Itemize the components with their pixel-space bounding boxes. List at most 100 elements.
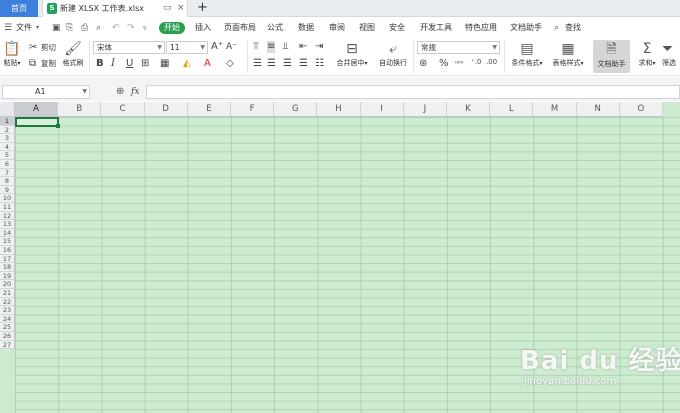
save-icon[interactable]: ▣ (52, 18, 61, 38)
format-painter-button[interactable]: 🖌 格式刷 (60, 40, 86, 68)
row-header[interactable]: 12 (0, 211, 15, 221)
file-menu[interactable]: 文件 (16, 18, 32, 38)
print-icon[interactable]: ⎙ (81, 18, 88, 38)
print-preview-icon[interactable]: ⌕ (96, 18, 101, 38)
column-header[interactable]: G (274, 102, 318, 117)
export-icon[interactable]: ⎘ (66, 18, 73, 38)
tab-view[interactable]: 视图 (359, 18, 375, 38)
chevron-down-icon[interactable]: ▾ (36, 18, 39, 38)
row-header[interactable]: 21 (0, 289, 15, 298)
copy-button[interactable]: 复制 (41, 58, 56, 70)
paste-button[interactable]: 📋 粘贴▾ (2, 40, 22, 68)
row-header[interactable]: 9 (0, 185, 15, 195)
font-size-select[interactable]: 11 ▼ (166, 41, 208, 54)
align-top-icon[interactable]: ⫪ (253, 41, 259, 53)
row-header[interactable]: 3 (0, 134, 15, 143)
italic-icon[interactable]: I (111, 58, 115, 70)
table-style-button[interactable]: ▦ 表格样式▾ (549, 40, 587, 68)
column-header[interactable]: M (533, 102, 577, 117)
search-button[interactable]: 查找 (565, 18, 581, 38)
indent-decrease-icon[interactable]: ⇤ (299, 41, 307, 53)
tab-file[interactable]: S 新建 XLSX 工作表.xlsx ▭ × (42, 0, 188, 17)
active-cell[interactable] (15, 117, 60, 128)
column-header[interactable]: C (101, 102, 145, 117)
indent-increase-icon[interactable]: ⇥ (315, 41, 323, 53)
name-box[interactable]: A1 ▼ (2, 85, 90, 99)
align-bottom-icon[interactable]: ⫫ (283, 41, 289, 53)
row-header[interactable]: 15 (0, 237, 15, 246)
doc-helper-button[interactable]: 🗎 文档助手 (593, 40, 630, 73)
bold-icon[interactable]: B (96, 58, 104, 70)
row-header[interactable]: 18 (0, 263, 15, 272)
row-header[interactable]: 2 (0, 125, 15, 135)
distribute-icon[interactable]: ☷ (315, 58, 324, 70)
new-tab-button[interactable]: + (197, 0, 208, 16)
row-header[interactable]: 8 (0, 177, 15, 186)
row-header[interactable]: 13 (0, 220, 15, 229)
font-shrink-icon[interactable]: A⁻ (226, 41, 237, 53)
number-format-select[interactable]: 常规 ▼ (417, 41, 500, 54)
conditional-format-button[interactable]: ▤ 条件格式▾ (508, 40, 546, 68)
column-header[interactable]: E (187, 102, 231, 117)
font-grow-icon[interactable]: A⁺ (211, 41, 223, 53)
align-center-icon[interactable]: ☰ (267, 58, 276, 70)
fill-color-icon[interactable]: ◭ (183, 58, 191, 70)
fill-pattern-icon[interactable]: ▦ (160, 58, 169, 70)
tab-insert[interactable]: 插入 (195, 18, 211, 38)
tab-data[interactable]: 数据 (298, 18, 314, 38)
row-header[interactable]: 19 (0, 271, 15, 281)
select-all-corner[interactable] (0, 102, 15, 117)
row-header[interactable]: 17 (0, 254, 15, 264)
column-header[interactable]: O (619, 102, 663, 117)
row-header[interactable]: 26 (0, 332, 15, 341)
column-header[interactable]: J (403, 102, 447, 117)
scissors-icon[interactable]: ✂ (29, 42, 37, 54)
row-header[interactable]: 25 (0, 323, 15, 332)
percent-icon[interactable]: % (439, 58, 449, 70)
column-header[interactable]: F (231, 102, 275, 117)
row-header[interactable]: 11 (0, 203, 15, 212)
column-header[interactable]: B (58, 102, 102, 117)
filter-button[interactable]: ⏷ 筛选 (662, 40, 680, 68)
column-header[interactable]: A (15, 102, 59, 117)
tab-home[interactable]: 首页 (0, 0, 38, 17)
fill-handle[interactable] (56, 124, 60, 128)
row-header[interactable]: 14 (0, 228, 15, 238)
formula-input[interactable] (146, 85, 680, 99)
row-header[interactable]: 22 (0, 297, 15, 307)
clear-format-icon[interactable]: ◇ (226, 58, 234, 70)
tab-formulas[interactable]: 公式 (267, 18, 283, 38)
tab-review[interactable]: 审阅 (329, 18, 345, 38)
column-header[interactable]: I (360, 102, 404, 117)
font-color-icon[interactable]: A (204, 58, 211, 70)
column-header[interactable]: L (490, 102, 534, 117)
row-header[interactable]: 16 (0, 246, 15, 255)
column-header[interactable]: H (317, 102, 361, 117)
sum-button[interactable]: Σ 求和▾ (636, 40, 658, 68)
font-name-select[interactable]: 宋体 ▼ (93, 41, 165, 54)
hamburger-menu-icon[interactable]: ☰ (4, 18, 12, 38)
column-header[interactable]: N (576, 102, 620, 117)
border-icon[interactable]: ⊞ (141, 58, 149, 70)
tab-doc-helper[interactable]: 文档助手 (510, 18, 542, 38)
justify-icon[interactable]: ☰ (299, 58, 308, 70)
row-header[interactable]: 4 (0, 142, 15, 152)
tab-developer[interactable]: 开发工具 (420, 18, 452, 38)
fx-icon[interactable]: fx (131, 85, 139, 99)
underline-icon[interactable]: U (126, 58, 133, 70)
align-left-icon[interactable]: ☰ (253, 58, 262, 70)
row-header[interactable]: 10 (0, 194, 15, 203)
column-header[interactable]: D (144, 102, 188, 117)
tab-security[interactable]: 安全 (389, 18, 405, 38)
decrease-decimal-icon[interactable]: .00 (486, 56, 497, 68)
customize-toolbar-icon[interactable]: ▿ (143, 18, 147, 38)
tab-start[interactable]: 开始 (159, 22, 185, 34)
row-header[interactable]: 27 (0, 340, 15, 350)
redo-icon[interactable]: ↷ (127, 18, 135, 38)
row-header[interactable]: 1 (0, 117, 15, 126)
row-header[interactable]: 23 (0, 306, 15, 315)
currency-icon[interactable]: ⊛ (419, 58, 427, 70)
tab-featured-apps[interactable]: 特色应用 (465, 18, 497, 38)
row-header[interactable]: 5 (0, 151, 15, 160)
thousands-separator-icon[interactable]: ⁰⁰⁰ (455, 58, 463, 70)
